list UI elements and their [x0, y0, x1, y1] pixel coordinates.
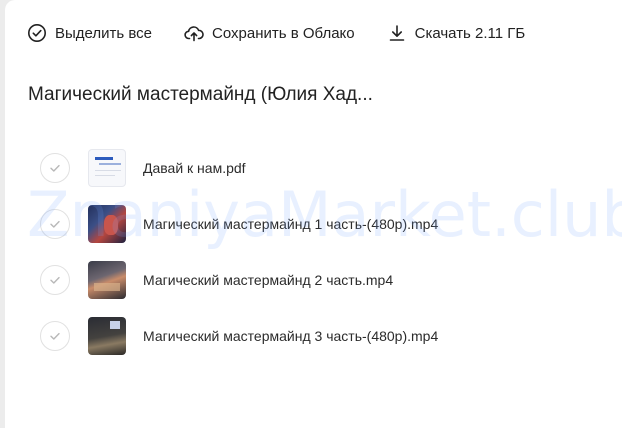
save-to-cloud-label: Сохранить в Облако	[212, 24, 355, 42]
file-select-checkbox[interactable]	[40, 153, 70, 183]
select-all-button[interactable]: Выделить все	[27, 20, 152, 46]
file-select-checkbox[interactable]	[40, 209, 70, 239]
download-label: Скачать 2.11 ГБ	[414, 24, 526, 42]
file-row[interactable]: Магический мастермайнд 2 часть.mp4	[40, 252, 600, 308]
cloud-upload-icon	[184, 23, 204, 43]
check-icon	[50, 332, 60, 340]
check-icon	[50, 164, 60, 172]
file-list: Давай к нам.pdf Магический мастермайнд 1…	[40, 140, 600, 364]
video-thumbnail	[88, 261, 126, 299]
file-name: Магический мастермайнд 3 часть-(480p).mp…	[143, 328, 439, 344]
download-icon	[387, 23, 407, 43]
file-row[interactable]: Давай к нам.pdf	[40, 140, 600, 196]
file-name: Магический мастермайнд 1 часть-(480p).mp…	[143, 216, 439, 232]
file-row[interactable]: Магический мастермайнд 3 часть-(480p).mp…	[40, 308, 600, 364]
check-icon	[50, 276, 60, 284]
file-select-checkbox[interactable]	[40, 321, 70, 351]
check-circle-icon	[27, 23, 47, 43]
toolbar: Выделить все Сохранить в Облако Скачать …	[27, 20, 525, 46]
folder-title: Магический мастермайнд (Юлия Хад...	[28, 84, 373, 105]
file-name: Магический мастермайнд 2 часть.mp4	[143, 272, 394, 288]
file-row[interactable]: Магический мастермайнд 1 часть-(480p).mp…	[40, 196, 600, 252]
file-name: Давай к нам.pdf	[143, 160, 246, 176]
pdf-thumbnail	[88, 149, 126, 187]
page: Выделить все Сохранить в Облако Скачать …	[0, 0, 622, 428]
file-select-checkbox[interactable]	[40, 265, 70, 295]
save-to-cloud-button[interactable]: Сохранить в Облако	[184, 20, 355, 46]
check-icon	[50, 220, 60, 228]
select-all-label: Выделить все	[55, 24, 153, 42]
file-panel: Выделить все Сохранить в Облако Скачать …	[5, 0, 622, 428]
video-thumbnail	[88, 205, 126, 243]
video-thumbnail	[88, 317, 126, 355]
download-button[interactable]: Скачать 2.11 ГБ	[387, 20, 526, 46]
